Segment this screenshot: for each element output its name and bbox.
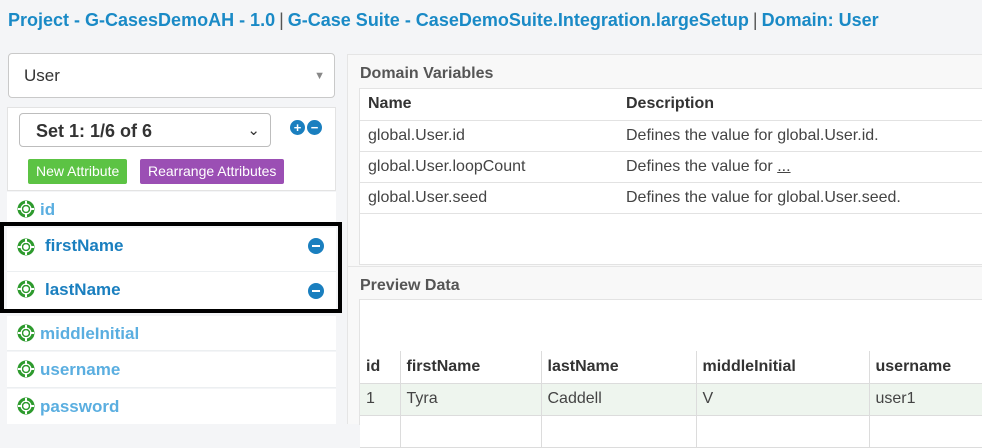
lifebuoy-icon — [17, 280, 35, 298]
table-row[interactable]: global.User.loopCount Defines the value … — [360, 151, 982, 183]
column-header: Description — [618, 89, 982, 121]
breadcrumb-domain[interactable]: Domain: User — [762, 10, 879, 30]
table-row — [360, 415, 982, 448]
new-attribute-button[interactable]: New Attribute — [28, 159, 128, 184]
chevron-down-icon: ⌄ — [247, 122, 260, 139]
attribute-name: lastName — [45, 280, 121, 299]
variable-description: Defines the value for ... — [618, 151, 982, 183]
attribute-name: username — [40, 360, 121, 379]
domain-select-value: User — [24, 66, 60, 85]
dropdown-caret-icon: ▼ — [314, 70, 325, 82]
attribute-item-firstname[interactable]: firstName — [7, 228, 336, 272]
table-row[interactable]: global.User.seed Defines the value for g… — [360, 182, 982, 214]
breadcrumb-separator: | — [279, 10, 284, 30]
column-header[interactable]: firstName — [400, 351, 542, 384]
attribute-item-password[interactable]: password — [7, 389, 336, 424]
breadcrumb-suite[interactable]: G-Case Suite - CaseDemoSuite.Integration… — [288, 10, 749, 30]
column-header[interactable]: id — [360, 351, 401, 384]
table-header-row: id firstName lastName middleInitial user… — [360, 351, 982, 384]
lifebuoy-icon — [17, 200, 35, 218]
domain-select[interactable]: User ▼ — [8, 53, 335, 98]
lifebuoy-icon — [17, 238, 35, 256]
variable-name: global.User.id — [360, 120, 618, 152]
add-set-button[interactable]: + — [290, 120, 305, 135]
lifebuoy-icon — [17, 397, 35, 415]
description-text: Defines the value for global.User.id. — [626, 126, 879, 144]
preview-data-panel: id firstName lastName middleInitial user… — [359, 299, 982, 448]
breadcrumb-separator: | — [752, 10, 758, 30]
domain-variables-table: Name Description global.User.id Defines … — [360, 89, 982, 214]
variable-name: global.User.seed — [360, 182, 618, 214]
breadcrumb-project[interactable]: Project - G-CasesDemoAH - 1.0 — [8, 10, 275, 30]
attribute-name: id — [40, 200, 56, 219]
preview-data-table: id firstName lastName middleInitial user… — [360, 351, 982, 448]
description-text: Defines the value for — [626, 157, 778, 175]
column-header[interactable]: middleInitial — [696, 351, 870, 384]
remove-attribute-button[interactable] — [308, 283, 324, 299]
attribute-name: firstName — [45, 236, 124, 255]
variable-description: Defines the value for global.User.id. — [618, 120, 982, 152]
set-select[interactable]: Set 1: 1/6 of 6 ⌄ — [19, 113, 271, 147]
table-cell: Tyra — [400, 383, 542, 416]
table-row[interactable]: global.User.id Defines the value for glo… — [360, 120, 982, 152]
table-cell: user1 — [869, 383, 982, 416]
attribute-item-id[interactable]: id — [7, 192, 336, 226]
domain-variables-section: Domain Variables Name Description global… — [347, 54, 982, 266]
table-cell: 1 — [360, 383, 401, 416]
lifebuoy-icon — [17, 360, 35, 378]
attribute-item-middleinitial[interactable]: middleInitial — [7, 316, 336, 351]
column-header: Name — [360, 89, 618, 121]
breadcrumb: Project - G-CasesDemoAH - 1.0 | G-Case Sui… — [8, 10, 879, 31]
column-header[interactable]: username — [869, 351, 982, 384]
domain-variables-title: Domain Variables — [360, 65, 494, 82]
variable-name: global.User.loopCount — [360, 151, 618, 183]
minus-circle-icon: − — [310, 120, 319, 135]
description-text: Defines the value for global.User.seed. — [626, 188, 901, 206]
set-select-value: Set 1: 1/6 of 6 — [36, 121, 153, 141]
remove-attribute-button[interactable] — [308, 238, 324, 254]
preview-data-section: Preview Data id firstName lastName middl… — [347, 266, 982, 448]
variable-description: Defines the value for global.User.seed. — [618, 182, 982, 214]
plus-circle-icon: + — [293, 120, 302, 135]
attribute-name: password — [40, 397, 120, 416]
table-cell: V — [696, 383, 870, 416]
attribute-item-lastname[interactable]: lastName — [7, 272, 336, 312]
set-panel: Set 1: 1/6 of 6 ⌄ + − New Attribute Rear… — [7, 107, 336, 191]
table-cell: Caddell — [541, 383, 697, 416]
column-header[interactable]: lastName — [541, 351, 697, 384]
expand-description-link[interactable]: ... — [777, 158, 790, 175]
table-header-row: Name Description — [360, 89, 982, 121]
attribute-item-username[interactable]: username — [7, 352, 336, 388]
rearrange-attributes-button[interactable]: Rearrange Attributes — [140, 159, 285, 184]
remove-set-button[interactable]: − — [307, 120, 322, 135]
domain-variables-panel: Name Description global.User.id Defines … — [359, 88, 982, 265]
table-row: 1 Tyra Caddell V user1 — [360, 383, 982, 416]
preview-data-title: Preview Data — [360, 277, 460, 294]
lifebuoy-icon — [17, 324, 35, 342]
attribute-name: middleInitial — [40, 324, 140, 343]
